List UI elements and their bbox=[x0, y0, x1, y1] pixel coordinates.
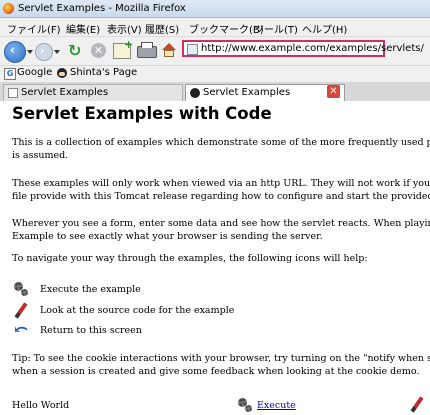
page-icon bbox=[8, 88, 18, 98]
http-note-line-2: file provide with this Tomcat release re… bbox=[12, 191, 430, 202]
window-title: Servlet Examples - Mozilla Firefox bbox=[18, 3, 186, 14]
home-roof-icon bbox=[162, 43, 176, 50]
stop-button[interactable]: ✕ bbox=[91, 43, 106, 58]
close-tab-icon[interactable]: ✕ bbox=[327, 85, 340, 98]
menu-bookmarks[interactable]: ブックマーク(B) bbox=[189, 21, 264, 36]
menu-file[interactable]: ファイル(F) bbox=[7, 21, 61, 36]
page-favicon-icon bbox=[187, 44, 198, 55]
menu-bar: ファイル(F) 編集(E) 表示(V) 履歴(S) ブックマーク(B) ツール(… bbox=[0, 18, 430, 37]
tab-label: Servlet Examples bbox=[21, 87, 109, 98]
form-note-line-1: Wherever you see a form, enter some data… bbox=[12, 218, 430, 229]
back-button[interactable]: ‹ bbox=[4, 41, 26, 63]
hello-world-execute-link[interactable]: Execute bbox=[257, 400, 296, 411]
bookmark-google[interactable]: Google bbox=[17, 67, 52, 78]
home-button[interactable] bbox=[162, 43, 176, 57]
example-hello-world: Hello World bbox=[12, 400, 70, 411]
menu-history[interactable]: 履歴(S) bbox=[145, 21, 179, 36]
firefox-icon bbox=[3, 3, 14, 14]
intro-line-2: is assumed. bbox=[12, 150, 69, 161]
print-icon[interactable] bbox=[137, 42, 157, 58]
page-title: Servlet Examples with Code bbox=[12, 104, 272, 123]
form-note-line-2: Example to see exactly what your browser… bbox=[12, 231, 323, 242]
new-tab-icon[interactable] bbox=[113, 38, 133, 59]
navigate-note: To navigate your way through the example… bbox=[12, 253, 368, 264]
intro-line-1: This is a collection of examples which d… bbox=[12, 137, 430, 148]
tab-strip: Servlet Examples Servlet Examples bbox=[0, 83, 430, 102]
url-input[interactable]: http://www.example.com/examples/servlets… bbox=[201, 43, 424, 54]
window-title-bar: Servlet Examples - Mozilla Firefox bbox=[0, 0, 430, 18]
reload-button[interactable]: ↻ bbox=[68, 43, 84, 59]
forward-arrow-icon: › bbox=[40, 44, 45, 57]
execute-gear-icon[interactable] bbox=[238, 398, 252, 412]
page-content: Servlet Examples with Code This is a col… bbox=[0, 101, 430, 415]
bookmark-shintas-page[interactable]: Shinta's Page bbox=[70, 67, 137, 78]
home-base-icon bbox=[164, 50, 174, 57]
forward-history-dropdown-icon[interactable] bbox=[54, 50, 60, 54]
tip-line-1: Tip: To see the cookie interactions with… bbox=[12, 353, 430, 364]
google-favicon-icon: G bbox=[4, 68, 16, 80]
back-history-dropdown-icon[interactable] bbox=[27, 50, 33, 54]
return-arrow-icon: ⤺ bbox=[14, 320, 29, 340]
source-pen-icon bbox=[14, 302, 28, 319]
menu-view[interactable]: 表示(V) bbox=[107, 21, 142, 36]
menu-edit[interactable]: 編集(E) bbox=[66, 21, 100, 36]
tab-servlet-examples-1[interactable]: Servlet Examples bbox=[3, 84, 183, 101]
shinta-favicon-icon bbox=[57, 68, 67, 78]
address-bar[interactable]: http://www.example.com/examples/servlets… bbox=[182, 40, 424, 57]
menu-tools[interactable]: ツール(T) bbox=[254, 21, 298, 36]
tip-line-2: when a session is created and give some … bbox=[12, 366, 420, 377]
forward-button[interactable]: › bbox=[35, 43, 53, 61]
legend-label: Return to this screen bbox=[40, 325, 142, 336]
tab-label: Servlet Examples bbox=[203, 87, 291, 98]
bookmarks-toolbar: G Google Shinta's Page bbox=[0, 66, 430, 83]
legend-label: Execute the example bbox=[40, 284, 141, 295]
back-arrow-icon: ‹ bbox=[10, 43, 15, 57]
tomcat-favicon-icon bbox=[190, 88, 200, 98]
legend-label: Look at the source code for the example bbox=[40, 305, 235, 316]
http-note-line-1: These examples will only work when viewe… bbox=[12, 178, 430, 189]
menu-help[interactable]: ヘルプ(H) bbox=[302, 21, 347, 36]
execute-gear-icon bbox=[14, 282, 28, 296]
tab-servlet-examples-2[interactable]: Servlet Examples bbox=[185, 84, 345, 101]
source-pen-icon[interactable] bbox=[410, 396, 424, 413]
